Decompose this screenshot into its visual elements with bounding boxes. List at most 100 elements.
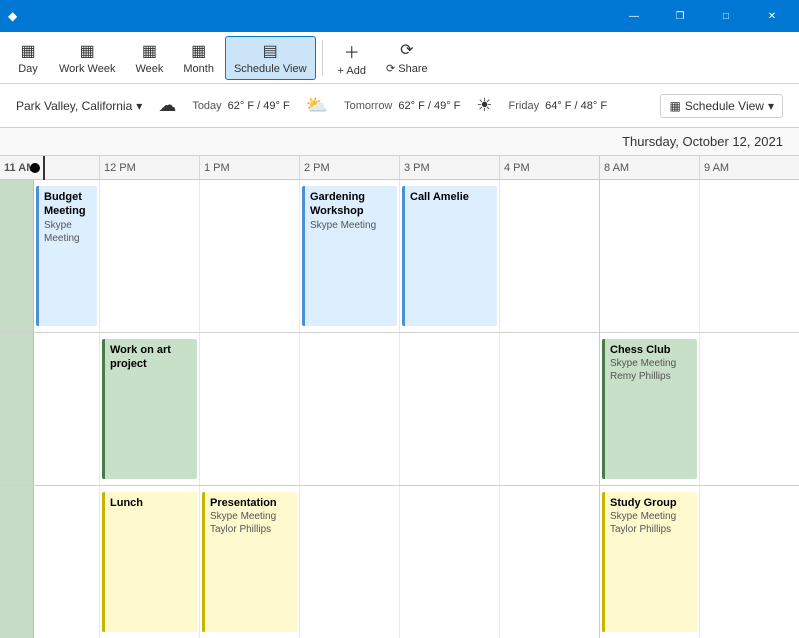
minimize-button[interactable]: — [611, 0, 657, 32]
budget-meeting-event[interactable]: Budget Meeting Skype Meeting [36, 186, 97, 326]
study-group-event[interactable]: Study Group Skype Meeting Taylor Phillip… [602, 492, 697, 632]
week-view-button[interactable]: ▦ Week [126, 36, 172, 80]
close-button[interactable]: ✕ [749, 0, 795, 32]
tomorrow-weather: Tomorrow 62° F / 49° F [344, 100, 460, 112]
gardening-sub: Skype Meeting [310, 219, 392, 232]
friday-label: Friday [509, 100, 540, 112]
call-amelie-event[interactable]: Call Amelie [402, 186, 497, 326]
seg-1pm-r1 [200, 180, 300, 332]
hour-2pm: 2 PM [300, 156, 400, 179]
maximize-button[interactable]: □ [703, 0, 749, 32]
hour-3pm: 3 PM [400, 156, 500, 179]
location-dropdown-icon: ▾ [136, 99, 142, 113]
seg-2pm-r2 [300, 333, 400, 485]
event-row-3: Lunch Presentation Skype Meeting Taylor … [0, 486, 799, 638]
chess-club-event[interactable]: Chess Club Skype Meeting Remy Phillips [602, 339, 697, 479]
seg-3pm-r3 [400, 486, 500, 638]
restore-button[interactable]: ❐ [657, 0, 703, 32]
schedule-icon: ▤ [263, 41, 278, 61]
seg-4pm-r3 [500, 486, 599, 638]
week-icon: ▦ [142, 41, 157, 61]
work-art-event[interactable]: Work on art project [102, 339, 197, 479]
right-8am-r1 [600, 180, 700, 332]
weather-bar: Park Valley, California ▾ ☁ Today 62° F … [0, 84, 799, 128]
date-header: Thursday, October 12, 2021 [0, 128, 799, 156]
date-text: Thursday, October 12, 2021 [622, 134, 783, 149]
app-gem-icon: ◆ [8, 9, 17, 23]
title-bar: ◆ — ❐ □ ✕ [0, 0, 799, 32]
add-button[interactable]: ＋ + Add [329, 36, 375, 80]
left-panel-row1: Budget Meeting Skype Meeting Gardening W… [0, 180, 600, 332]
location-selector[interactable]: Park Valley, California ▾ [16, 99, 142, 113]
presentation-sub2: Taylor Phillips [210, 523, 292, 536]
add-label: + Add [338, 65, 366, 77]
hour-header-row: 11 AM 12 PM 1 PM 2 PM 3 PM 4 PM 8 AM 9 A… [0, 156, 799, 180]
workweek-view-button[interactable]: ▦ Work Week [50, 36, 124, 80]
ribbon-divider [322, 40, 323, 76]
cloud-icon: ☁ [158, 95, 176, 116]
work-art-title: Work on art project [110, 343, 192, 372]
schedule-view-button[interactable]: ▤ Schedule View [225, 36, 316, 80]
seg-4pm-r2 [500, 333, 599, 485]
seg-4pm-r1 [500, 180, 599, 332]
gardening-workshop-event[interactable]: Gardening Workshop Skype Meeting [302, 186, 397, 326]
seg-2pm-r1: Gardening Workshop Skype Meeting [300, 180, 400, 332]
tomorrow-temp: 62° F / 49° F [398, 100, 460, 112]
window-controls: — ❐ □ ✕ [611, 0, 795, 32]
chess-club-sub1: Skype Meeting [610, 357, 692, 370]
seg-12pm-r2: Work on art project [100, 333, 200, 485]
today-temp: 62° F / 49° F [228, 100, 290, 112]
call-amelie-title: Call Amelie [410, 190, 492, 204]
day-icon: ▦ [20, 41, 35, 61]
seg-11am-r1: Budget Meeting Skype Meeting [34, 180, 100, 332]
seg-1pm-r3: Presentation Skype Meeting Taylor Philli… [200, 486, 300, 638]
presentation-event[interactable]: Presentation Skype Meeting Taylor Philli… [202, 492, 297, 632]
ribbon: ▦ Day ▦ Work Week ▦ Week ▦ Month ▤ Sched… [0, 32, 799, 84]
day-view-button[interactable]: ▦ Day [8, 36, 48, 80]
seg-3pm-r2 [400, 333, 500, 485]
row-green-bar-3 [0, 486, 34, 638]
right-8am-r3: Study Group Skype Meeting Taylor Phillip… [600, 486, 700, 638]
view-selector[interactable]: ▦ Schedule View ▾ [660, 94, 783, 118]
row-green-bar [0, 180, 34, 332]
month-icon: ▦ [191, 41, 206, 61]
hour-9am: 9 AM [700, 156, 799, 179]
right-panel-row2: Chess Club Skype Meeting Remy Phillips [600, 333, 799, 485]
hour-8am: 8 AM [600, 156, 700, 179]
left-panel-row2: Work on art project [0, 333, 600, 485]
share-icon: ⟳ [400, 40, 413, 60]
lunch-title: Lunch [110, 496, 192, 510]
right-9am-r1 [700, 180, 799, 332]
right-8am-r2: Chess Club Skype Meeting Remy Phillips [600, 333, 700, 485]
hour-4pm: 4 PM [500, 156, 600, 179]
seg-3pm-r1: Call Amelie [400, 180, 500, 332]
today-label: Today [192, 100, 221, 112]
study-group-sub1: Skype Meeting [610, 510, 692, 523]
month-view-button[interactable]: ▦ Month [174, 36, 223, 80]
current-time-indicator [35, 156, 45, 179]
lunch-event[interactable]: Lunch [102, 492, 197, 632]
partly-cloudy-icon: ⛅ [306, 95, 328, 116]
workweek-label: Work Week [59, 63, 115, 75]
time-line [43, 156, 45, 180]
add-icon: ＋ [344, 39, 360, 63]
seg-1pm-r2 [200, 333, 300, 485]
share-button[interactable]: ⟳ ⟳ Share [377, 36, 437, 80]
workweek-icon: ▦ [80, 41, 95, 61]
day-label: Day [18, 63, 38, 75]
presentation-title: Presentation [210, 496, 292, 510]
chess-club-sub2: Remy Phillips [610, 370, 692, 383]
event-row-2: Work on art project Chess Club Skype Mee… [0, 333, 799, 486]
month-label: Month [183, 63, 214, 75]
schedule-label: Schedule View [234, 63, 307, 75]
left-panel-row3: Lunch Presentation Skype Meeting Taylor … [0, 486, 600, 638]
tomorrow-label: Tomorrow [344, 100, 392, 112]
view-buttons: ▦ Day ▦ Work Week ▦ Week ▦ Month ▤ Sched… [8, 36, 316, 80]
right-9am-r3 [700, 486, 799, 638]
friday-weather: Friday 64° F / 48° F [509, 100, 608, 112]
event-row-1: Budget Meeting Skype Meeting Gardening W… [0, 180, 799, 333]
presentation-sub1: Skype Meeting [210, 510, 292, 523]
friday-temp: 64° F / 48° F [545, 100, 607, 112]
right-panel-row3: Study Group Skype Meeting Taylor Phillip… [600, 486, 799, 638]
study-group-title: Study Group [610, 496, 692, 510]
